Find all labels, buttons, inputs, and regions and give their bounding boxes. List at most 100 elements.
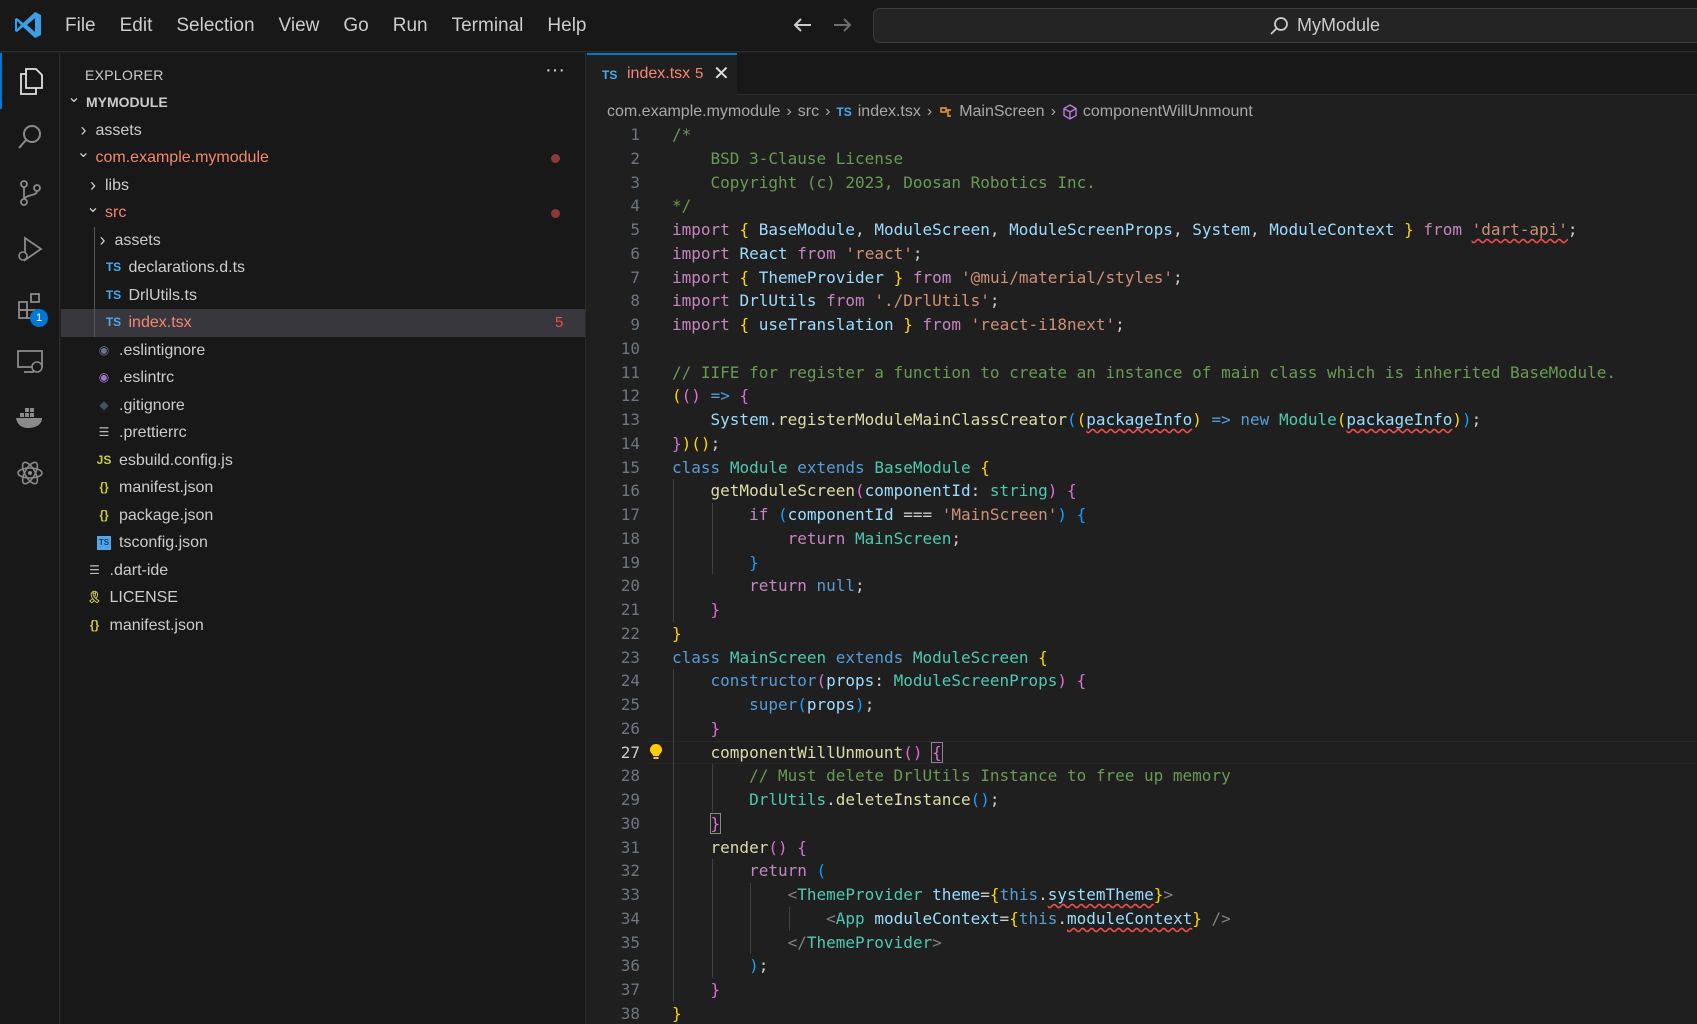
code-line[interactable]: 34 <App moduleContext={this.moduleContex…: [587, 907, 1697, 931]
tree-file[interactable]: TS DrlUtils.ts: [61, 282, 585, 310]
menu-go[interactable]: Go: [331, 0, 380, 52]
explorer-activity-button[interactable]: [0, 53, 60, 109]
code-editor[interactable]: 1/* 2 BSD 3-Clause License 3 Copyright (c)…: [587, 123, 1697, 1024]
code-line[interactable]: 16 getModuleScreen(componentId: string) …: [587, 479, 1697, 503]
code-line[interactable]: 1 /*: [587, 123, 1697, 147]
menu-view[interactable]: View: [267, 0, 332, 52]
tree-file[interactable]: ☰ .dart-ide: [61, 557, 585, 585]
code-line[interactable]: 37 }: [587, 978, 1697, 1002]
breadcrumb-method[interactable]: componentWillUnmount: [1083, 103, 1253, 121]
code-line[interactable]: 27 componentWillUnmount() {: [587, 740, 1697, 765]
remote-explorer-activity-button[interactable]: [0, 333, 60, 389]
code-line[interactable]: 10: [587, 337, 1697, 361]
code-line[interactable]: 15 class Module extends BaseModule {: [587, 456, 1697, 480]
line-number: 15: [620, 457, 640, 477]
code-line[interactable]: 29 DrlUtils.deleteInstance();: [587, 788, 1697, 812]
code-line[interactable]: 5 import { BaseModule, ModuleScreen, Modu…: [587, 218, 1697, 242]
code-line[interactable]: 33 <ThemeProvider theme={this.systemThem…: [587, 883, 1697, 907]
code-line[interactable]: 23 class MainScreen extends ModuleScreen …: [587, 646, 1697, 670]
code-line[interactable]: 38}: [587, 1002, 1697, 1024]
tree-file[interactable]: {} manifest.json: [61, 474, 585, 502]
tree-folder[interactable]: ⌄ src: [61, 199, 585, 227]
code-line[interactable]: 3 Copyright (c) 2023, Doosan Robotics In…: [587, 171, 1697, 195]
menu-edit[interactable]: Edit: [108, 0, 165, 52]
code-line[interactable]: 25 super(props);: [587, 693, 1697, 717]
code-line[interactable]: 26 }: [587, 717, 1697, 741]
code-line[interactable]: 24 constructor(props: ModuleScreenProps)…: [587, 669, 1697, 693]
tree-file[interactable]: ◉ .eslintrc: [61, 364, 585, 392]
extensions-activity-button[interactable]: 1: [0, 277, 60, 333]
tree-folder[interactable]: ⌄ com.example.mymodule: [61, 144, 585, 172]
code-line[interactable]: 19 }: [587, 551, 1697, 575]
tree-file[interactable]: ◉ .eslintignore: [61, 337, 585, 365]
vscode-logo-icon[interactable]: [13, 10, 43, 40]
close-icon[interactable]: ✕: [713, 61, 730, 86]
arrow-right-icon[interactable]: [829, 12, 855, 38]
tree-folder[interactable]: › assets: [61, 227, 585, 255]
line-number: 11: [620, 362, 640, 382]
code-line[interactable]: 35 </ThemeProvider>: [587, 931, 1697, 955]
chevron-down-icon[interactable]: ⌄: [85, 194, 101, 222]
react-activity-button[interactable]: [0, 445, 60, 501]
tree-file[interactable]: {} package.json: [61, 502, 585, 530]
tree-file[interactable]: ☰ .prettierrc: [61, 419, 585, 447]
command-center-search[interactable]: MyModule: [873, 8, 1697, 43]
menu-file[interactable]: File: [53, 0, 108, 52]
menu-selection[interactable]: Selection: [164, 0, 266, 52]
tree-file[interactable]: JS esbuild.config.js: [61, 447, 585, 475]
chevron-down-icon[interactable]: ⌄: [66, 84, 82, 112]
code-line[interactable]: 18 return MainScreen;: [587, 527, 1697, 551]
tab-index-tsx[interactable]: TS index.tsx 5 ✕: [587, 53, 737, 96]
arrow-left-icon[interactable]: [790, 12, 816, 38]
line-number: 37: [620, 980, 640, 999]
tree-folder[interactable]: › libs: [61, 172, 585, 200]
more-actions-icon[interactable]: ···: [545, 59, 565, 82]
code-line[interactable]: 36 );: [587, 954, 1697, 978]
chevron-right-icon[interactable]: ›: [95, 227, 111, 255]
code-line[interactable]: 28 // Must delete DrlUtils Instance to f…: [587, 764, 1697, 788]
code-line[interactable]: 4 */: [587, 194, 1697, 218]
code-line[interactable]: 17 if (componentId === 'MainScreen') {: [587, 503, 1697, 527]
chevron-down-icon[interactable]: ⌄: [76, 139, 92, 167]
code-line[interactable]: 14})();: [587, 432, 1697, 456]
code-line[interactable]: 7 import { ThemeProvider } from '@mui/mat…: [587, 266, 1697, 290]
tree-file[interactable]: {} manifest.json: [61, 612, 585, 640]
tree-item-label: manifest.json: [109, 616, 204, 634]
tree-item-label: libs: [105, 176, 130, 194]
code-line[interactable]: 30 }: [587, 812, 1697, 836]
tree-file[interactable]: ◆ .gitignore: [61, 392, 585, 420]
run-debug-activity-button[interactable]: [0, 221, 60, 277]
source-control-activity-button[interactable]: [0, 165, 60, 221]
tree-folder[interactable]: › assets: [61, 117, 585, 145]
code-line[interactable]: 21 }: [587, 598, 1697, 622]
code-line[interactable]: 20 return null;: [587, 574, 1697, 598]
code-line[interactable]: 6 import React from 'react';: [587, 242, 1697, 266]
tree-file[interactable]: TS tsconfig.json: [61, 529, 585, 557]
menu-run[interactable]: Run: [381, 0, 440, 52]
chevron-right-icon: ›: [1050, 103, 1056, 120]
docker-activity-button[interactable]: [0, 389, 60, 445]
breadcrumb-file[interactable]: index.tsx: [858, 103, 921, 121]
tree-file[interactable]: 🎗 LICENSE: [61, 584, 585, 612]
code-line[interactable]: 8 import DrlUtils from './DrlUtils';: [587, 289, 1697, 313]
code-line[interactable]: 22}: [587, 622, 1697, 646]
tree-file[interactable]: TS index.tsx 5: [61, 309, 585, 337]
tree-item-label: package.json: [119, 506, 214, 524]
breadcrumb-class[interactable]: MainScreen: [959, 103, 1044, 121]
breadcrumb-package[interactable]: com.example.mymodule: [607, 103, 780, 121]
line-number: 25: [620, 695, 640, 714]
code-line[interactable]: 32 return (: [587, 859, 1697, 883]
code-line[interactable]: 9 import { useTranslation } from 'react-i…: [587, 313, 1697, 337]
code-line[interactable]: 12 (() => {: [587, 384, 1697, 408]
menu-terminal[interactable]: Terminal: [440, 0, 536, 52]
breadcrumb-folder[interactable]: src: [798, 103, 819, 121]
search-activity-button[interactable]: [0, 109, 60, 165]
tree-folder[interactable]: ⌄ MYMODULE: [61, 89, 585, 117]
code-text: }: [709, 812, 722, 834]
code-line[interactable]: 13 System.registerModuleMainClassCreator…: [587, 408, 1697, 432]
tree-file[interactable]: TS declarations.d.ts: [61, 254, 585, 282]
menu-help[interactable]: Help: [535, 0, 598, 52]
code-line[interactable]: 11 // IIFE for register a function to cre…: [587, 361, 1697, 385]
code-line[interactable]: 2 BSD 3-Clause License: [587, 147, 1697, 171]
code-line[interactable]: 31 render() {: [587, 836, 1697, 860]
